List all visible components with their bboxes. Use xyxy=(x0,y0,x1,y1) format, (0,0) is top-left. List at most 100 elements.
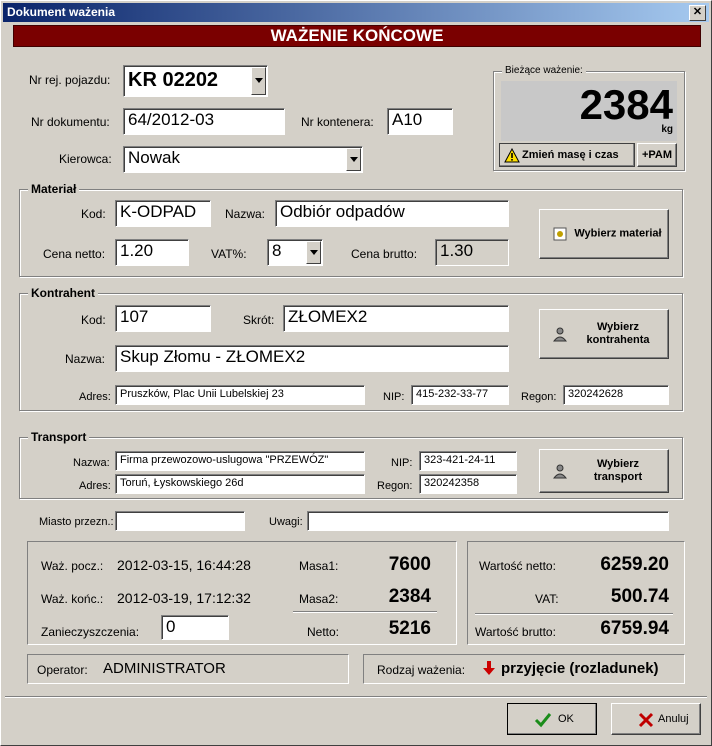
reg-dropdown-button[interactable] xyxy=(251,67,266,95)
select-transport-label: Wybierz transport xyxy=(593,458,643,483)
material-code-label: Kod: xyxy=(81,207,106,221)
contractor-nip-label: NIP: xyxy=(383,391,405,403)
contractor-name-label: Nazwa: xyxy=(65,352,106,366)
reg-number-combo[interactable]: KR 02202 xyxy=(123,65,268,97)
net-value: 6259.20 xyxy=(600,554,669,575)
close-icon xyxy=(638,712,654,728)
start-weighing-value: 2012-03-15, 16:44:28 xyxy=(117,557,251,573)
reg-label: Nr rej. pojazdu: xyxy=(29,73,111,87)
net-price-input[interactable]: 1.20 xyxy=(115,239,189,266)
weighing-type-label: Rodzaj ważenia: xyxy=(377,663,466,677)
net-mass-value: 5216 xyxy=(388,618,431,639)
change-mass-time-label: Zmień masę i czas xyxy=(522,149,619,161)
operator-label: Operator: xyxy=(37,663,88,677)
mass2-value: 2384 xyxy=(388,586,431,607)
net-price-label: Cena netto: xyxy=(43,247,106,261)
arrow-down-icon xyxy=(483,661,495,675)
operator-value: ADMINISTRATOR xyxy=(103,660,226,677)
driver-label: Kierowca: xyxy=(59,152,112,166)
end-weighing-value: 2012-03-19, 17:12:32 xyxy=(117,590,251,606)
transport-regon-label: Regon: xyxy=(377,480,413,492)
vat-amount-value: 500.74 xyxy=(610,586,669,607)
divider xyxy=(5,696,707,698)
notes-label: Uwagi: xyxy=(269,516,303,528)
transport-title: Transport xyxy=(28,430,90,444)
material-title: Materiał xyxy=(28,182,80,196)
ok-label: OK xyxy=(558,713,574,725)
gross-price-label: Cena brutto: xyxy=(351,247,418,261)
contractor-name-input[interactable]: Skup Złomu - ZŁOMEX2 xyxy=(115,345,509,372)
gross-value-label: Wartość brutto: xyxy=(475,625,556,639)
select-contractor-button[interactable]: Wybierz kontrahenta xyxy=(539,309,669,359)
start-weighing-label: Waż. pocz.: xyxy=(41,559,104,573)
ok-button[interactable]: OK xyxy=(507,703,597,735)
chevron-down-icon xyxy=(350,156,358,162)
window-title: Dokument ważenia xyxy=(7,5,116,19)
select-contractor-label: Wybierz kontrahenta xyxy=(586,321,650,346)
current-weight-unit: kg xyxy=(661,124,673,135)
weighing-type-value: przyjęcie (rozladunek) xyxy=(501,660,659,677)
transport-nip-label: NIP: xyxy=(391,457,413,469)
driver-combo[interactable]: Nowak xyxy=(123,146,363,173)
vat-label: VAT%: xyxy=(211,247,247,261)
close-button[interactable]: ✕ xyxy=(689,5,706,21)
transport-regon-input[interactable]: 320242358 xyxy=(419,474,517,494)
contractor-regon-input[interactable]: 320242628 xyxy=(563,385,669,405)
transport-name-label: Nazwa: xyxy=(73,457,110,469)
gross-price-field: 1.30 xyxy=(435,239,509,266)
contamination-label: Zanieczyszczenia: xyxy=(41,625,140,639)
divider xyxy=(475,613,673,615)
driver-dropdown-button[interactable] xyxy=(346,148,361,171)
container-input[interactable]: A10 xyxy=(387,108,453,135)
driver-value: Nowak xyxy=(128,148,180,167)
material-icon xyxy=(553,227,567,241)
select-material-label: Wybierz materiał xyxy=(574,227,662,240)
end-weighing-label: Waż. końc.: xyxy=(41,592,104,606)
transport-nip-input[interactable]: 323-421-24-11 xyxy=(419,451,517,471)
title-bar[interactable]: Dokument ważenia ✕ xyxy=(3,3,709,22)
person-icon xyxy=(552,327,568,342)
destination-city-input[interactable] xyxy=(115,511,245,531)
contamination-input[interactable]: 0 xyxy=(161,615,229,640)
container-label: Nr kontenera: xyxy=(301,115,374,129)
reg-number-value: KR 02202 xyxy=(128,69,219,91)
warning-icon xyxy=(504,148,520,163)
doc-label: Nr dokumentu: xyxy=(31,115,110,129)
contractor-address-input[interactable]: Pruszków, Plac Unii Lubelskiej 23 xyxy=(115,385,365,405)
check-icon xyxy=(534,713,552,728)
current-weighing-title: Bieżące ważenie: xyxy=(502,65,586,76)
cancel-label: Anuluj xyxy=(658,713,689,725)
page-title: WAŻENIE KOŃCOWE xyxy=(13,25,701,47)
contractor-code-label: Kod: xyxy=(81,313,106,327)
gross-value: 6759.94 xyxy=(600,618,669,639)
select-material-button[interactable]: Wybierz materiał xyxy=(539,209,669,259)
contractor-title: Kontrahent xyxy=(28,286,98,300)
material-code-input[interactable]: K-ODPAD xyxy=(115,200,211,227)
transport-name-input[interactable]: Firma przewozowo-uslugowa "PRZEWÓZ" xyxy=(115,451,365,471)
transport-address-input[interactable]: Toruń, Łyskowskiego 26d xyxy=(115,474,365,494)
destination-city-label: Miasto przezn.: xyxy=(39,516,114,528)
contractor-nip-input[interactable]: 415-232-33-77 xyxy=(411,385,509,405)
net-value-label: Wartość netto: xyxy=(479,559,556,573)
material-name-input[interactable]: Odbiór odpadów xyxy=(275,200,509,227)
chevron-down-icon xyxy=(310,249,318,255)
doc-number-input[interactable]: 64/2012-03 xyxy=(123,108,285,135)
contractor-code-input[interactable]: 107 xyxy=(115,305,211,332)
pam-button[interactable]: +PAM xyxy=(637,143,677,167)
divider xyxy=(293,611,437,613)
contractor-short-input[interactable]: ZŁOMEX2 xyxy=(283,305,509,332)
contractor-regon-label: Regon: xyxy=(521,391,557,403)
notes-input[interactable] xyxy=(307,511,669,531)
change-mass-time-button[interactable]: Zmień masę i czas xyxy=(499,143,635,167)
cancel-button[interactable]: Anuluj xyxy=(611,703,701,735)
vat-dropdown-button[interactable] xyxy=(306,241,321,264)
net-mass-label: Netto: xyxy=(307,625,340,639)
transport-address-label: Adres: xyxy=(79,480,111,492)
current-weight-value: 2384 xyxy=(579,81,673,128)
select-transport-button[interactable]: Wybierz transport xyxy=(539,449,669,493)
weight-display: 2384 kg xyxy=(501,81,677,141)
mass1-label: Masa1: xyxy=(299,559,339,573)
contractor-address-label: Adres: xyxy=(79,391,111,403)
vat-combo[interactable]: 8 xyxy=(267,239,323,266)
weighing-document-window: Dokument ważenia ✕ WAŻENIE KOŃCOWE Nr re… xyxy=(0,0,712,746)
